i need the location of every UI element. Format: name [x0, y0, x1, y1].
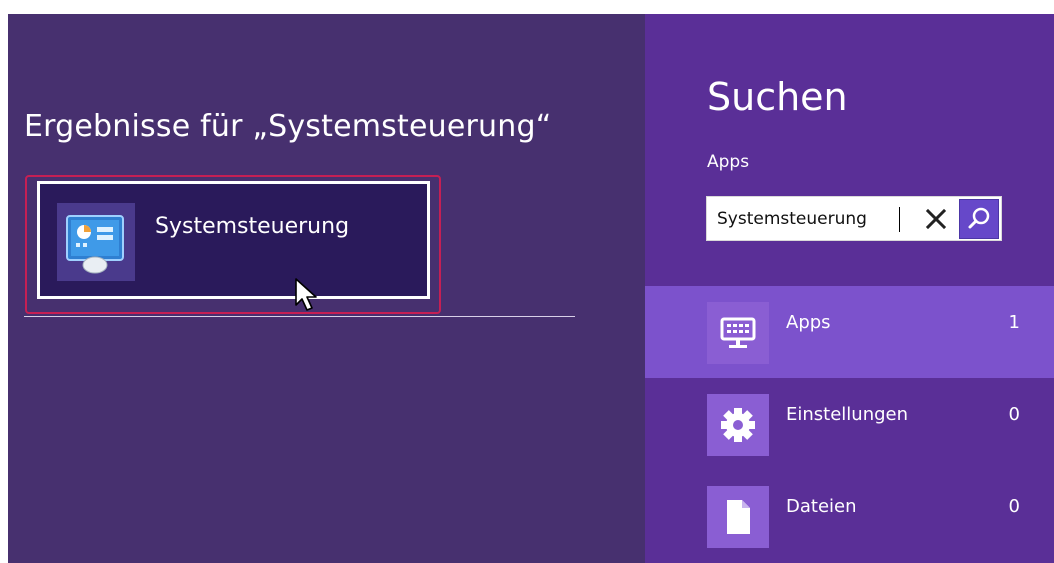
- category-count: 0: [1008, 404, 1020, 425]
- text-caret: [899, 207, 900, 232]
- pane-title: Suchen: [707, 75, 848, 119]
- gear-icon: [707, 394, 769, 456]
- search-input[interactable]: [717, 204, 897, 234]
- search-scope-label[interactable]: Apps: [707, 152, 749, 172]
- category-count: 0: [1008, 496, 1020, 517]
- clear-search-button[interactable]: [919, 202, 953, 236]
- category-apps[interactable]: Apps 1: [645, 286, 1054, 378]
- close-icon: [925, 208, 947, 230]
- search-icon: [968, 207, 990, 229]
- results-divider: [24, 316, 575, 317]
- search-box: [706, 196, 1002, 241]
- result-tile-systemsteuerung[interactable]: Systemsteuerung: [37, 181, 430, 299]
- results-heading: Ergebnisse für „Systemsteuerung“: [24, 109, 552, 144]
- category-label: Apps: [786, 312, 831, 333]
- category-label: Einstellungen: [786, 404, 909, 425]
- file-icon: [707, 486, 769, 548]
- result-tile-label: Systemsteuerung: [155, 214, 350, 239]
- search-button[interactable]: [959, 199, 999, 239]
- category-count: 1: [1008, 312, 1020, 333]
- category-einstellungen[interactable]: Einstellungen 0: [645, 378, 1054, 470]
- control-panel-icon: [57, 203, 135, 281]
- search-results-screen: Ergebnisse für „Systemsteuerung“ Systems…: [8, 14, 1054, 563]
- category-label: Dateien: [786, 496, 857, 517]
- category-dateien[interactable]: Dateien 0: [645, 470, 1054, 562]
- search-pane: Suchen Apps Systemsteuerung Apps 1 Einst…: [645, 14, 1054, 563]
- apps-monitor-icon: [707, 302, 769, 364]
- mouse-pointer-icon: [295, 278, 317, 311]
